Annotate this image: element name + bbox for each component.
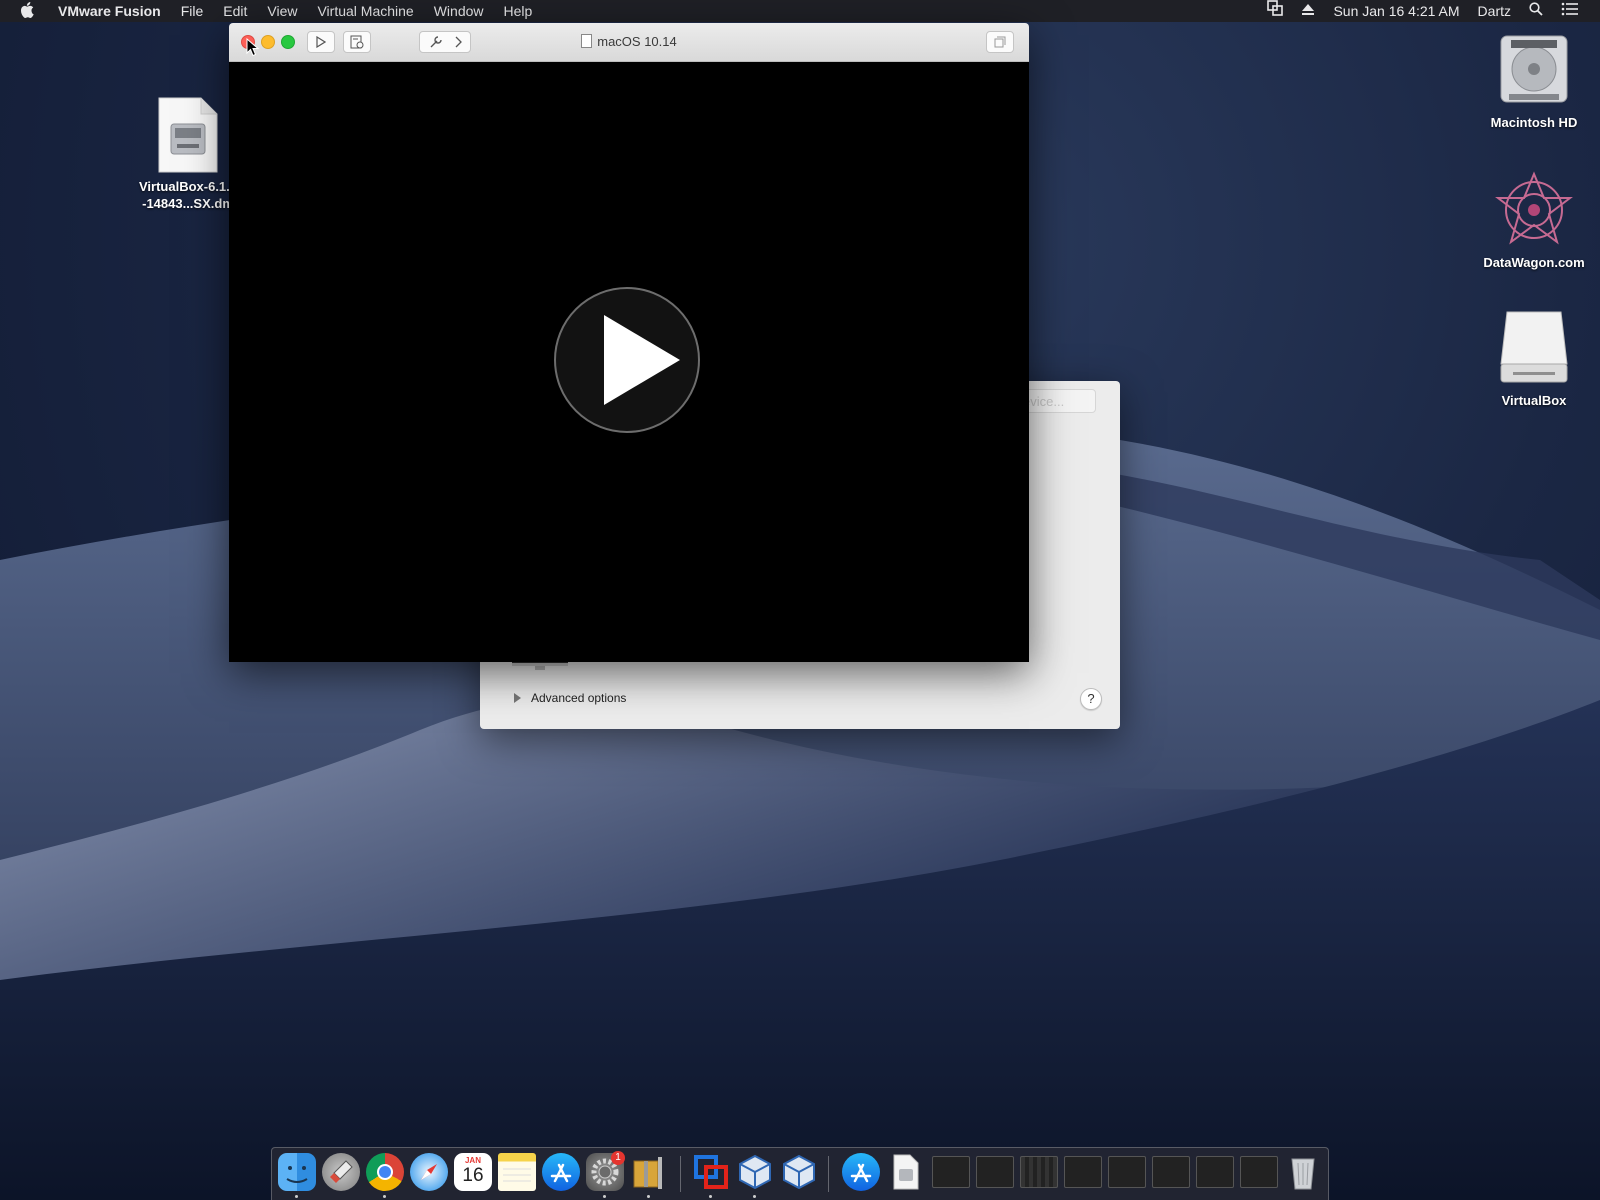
desktop-icon-macintosh-hd[interactable]: Macintosh HD — [1474, 32, 1594, 131]
dock-running-indicator — [709, 1195, 712, 1198]
chrome-icon — [377, 1164, 393, 1180]
vm-window-title: macOS 10.14 — [229, 23, 1029, 61]
help-button[interactable]: ? — [1080, 688, 1102, 710]
app-menu[interactable]: VMware Fusion — [48, 0, 171, 22]
advanced-options-label: Advanced options — [531, 691, 627, 705]
dock-chrome[interactable] — [366, 1153, 404, 1191]
rocket-icon — [330, 1160, 353, 1183]
dock-running-indicator — [295, 1195, 298, 1198]
dock-running-indicator — [603, 1195, 606, 1198]
dock: JAN 16 1 — [271, 1147, 1329, 1200]
dock-minimized-window[interactable] — [1108, 1156, 1146, 1188]
dock-virtualbox[interactable] — [736, 1153, 774, 1191]
dock-running-indicator — [383, 1195, 386, 1198]
dock-virtualbox-2[interactable] — [780, 1153, 818, 1191]
dock-archive-utility[interactable] — [630, 1153, 668, 1191]
menu-virtual-machine[interactable]: Virtual Machine — [307, 0, 423, 22]
dock-minimized-window[interactable] — [1064, 1156, 1102, 1188]
desktop-icon-label: VirtualBox — [1501, 393, 1567, 408]
disk-image-file-icon — [158, 97, 218, 173]
dock-separator — [680, 1156, 681, 1192]
trash-icon — [1291, 1158, 1315, 1190]
dock-vmware-fusion[interactable] — [692, 1153, 730, 1191]
menu-view[interactable]: View — [257, 0, 307, 22]
file-icon — [893, 1154, 919, 1190]
dock-finder[interactable] — [278, 1153, 316, 1191]
vm-window-titlebar[interactable]: macOS 10.14 — [229, 23, 1029, 62]
dock-trash[interactable] — [1284, 1153, 1322, 1191]
vmware-status-icon[interactable] — [1258, 0, 1292, 22]
fullscreen-button[interactable] — [986, 31, 1014, 53]
dock-minimized-window[interactable] — [1196, 1156, 1234, 1188]
menubar-user[interactable]: Dartz — [1469, 0, 1520, 22]
dock-minimized-window[interactable] — [932, 1156, 970, 1188]
desktop-icon-virtualbox-volume[interactable]: VirtualBox — [1474, 308, 1594, 409]
disclosure-triangle-icon — [514, 693, 521, 703]
desktop-icon-datawagon[interactable]: DataWagon.com — [1474, 170, 1594, 271]
app-store-icon — [850, 1163, 872, 1183]
datawagon-logo-icon — [1495, 171, 1573, 245]
dock-running-indicator — [753, 1195, 756, 1198]
menu-bar: VMware Fusion File Edit View Virtual Mac… — [0, 0, 1600, 22]
menu-window[interactable]: Window — [424, 0, 494, 22]
dock-launchpad[interactable] — [322, 1153, 360, 1191]
calendar-month: JAN — [464, 1156, 481, 1165]
calendar-day: 16 — [462, 1165, 484, 1186]
menu-file[interactable]: File — [171, 0, 214, 22]
dock-separator — [828, 1156, 829, 1192]
finder-icon — [286, 1166, 308, 1183]
vm-display[interactable] — [229, 62, 1029, 662]
document-icon — [581, 34, 593, 48]
vmware-fusion-icon — [694, 1155, 728, 1189]
fullscreen-icon — [994, 36, 1006, 48]
dock-minimized-window[interactable] — [976, 1156, 1014, 1188]
vm-name: macOS 10.14 — [597, 34, 677, 49]
dock-minimized-window[interactable] — [1240, 1156, 1278, 1188]
external-drive-icon — [1500, 311, 1568, 383]
eject-icon[interactable] — [1292, 0, 1324, 22]
dock-app-store-download[interactable] — [842, 1153, 880, 1191]
dock-document[interactable] — [886, 1153, 924, 1191]
dock-calendar[interactable]: JAN 16 — [454, 1153, 492, 1191]
menu-help[interactable]: Help — [494, 0, 543, 22]
notification-center-icon[interactable] — [1552, 0, 1588, 22]
dock-notes[interactable] — [498, 1153, 536, 1191]
notification-badge: 1 — [611, 1151, 625, 1165]
menu-edit[interactable]: Edit — [213, 0, 257, 22]
spotlight-search-icon[interactable] — [1520, 0, 1552, 22]
dock-running-indicator — [647, 1195, 650, 1198]
play-icon — [604, 315, 680, 405]
advanced-options-disclosure[interactable]: Advanced options — [514, 691, 626, 705]
notes-icon — [503, 1168, 531, 1182]
compass-icon — [421, 1164, 437, 1180]
archive-icon — [633, 1157, 662, 1189]
dock-minimized-window[interactable] — [1020, 1156, 1058, 1188]
dock-app-store[interactable] — [542, 1153, 580, 1191]
apple-menu-icon[interactable] — [0, 1, 48, 21]
power-on-play-button[interactable] — [554, 287, 700, 433]
virtualbox-icon — [783, 1154, 815, 1190]
virtualbox-icon — [739, 1154, 771, 1190]
dock-minimized-window[interactable] — [1152, 1156, 1190, 1188]
mouse-pointer-icon — [246, 38, 260, 57]
vm-window: macOS 10.14 — [229, 23, 1029, 662]
hard-drive-icon — [1500, 35, 1568, 103]
desktop-icon-label: Macintosh HD — [1490, 115, 1578, 130]
menubar-clock[interactable]: Sun Jan 16 4:21 AM — [1324, 0, 1468, 22]
dock-safari[interactable] — [410, 1153, 448, 1191]
app-store-icon — [550, 1163, 572, 1183]
desktop-icon-label: DataWagon.com — [1483, 255, 1585, 270]
